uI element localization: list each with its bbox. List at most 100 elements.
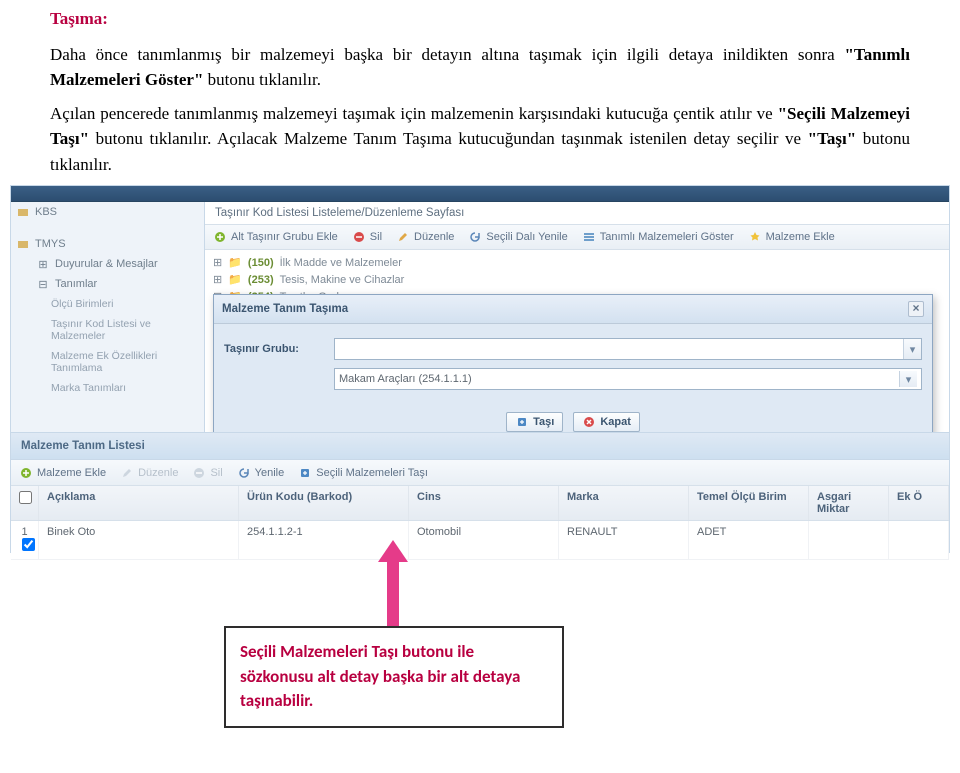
row-checkbox[interactable] bbox=[22, 538, 35, 551]
col-ek[interactable]: Ek Ö bbox=[889, 486, 949, 520]
plus-circle-icon bbox=[19, 466, 33, 480]
btn-label: Alt Taşınır Grubu Ekle bbox=[231, 231, 338, 243]
modal-malzeme-tanim-tasima: Malzeme Tanım Taşıma × Taşınır Grubu: ▾ … bbox=[213, 294, 933, 443]
sidebar-item-label: Ölçü Birimleri bbox=[51, 298, 113, 310]
btn-label: Düzenle bbox=[414, 231, 454, 243]
col-asgari[interactable]: Asgari Miktar bbox=[809, 486, 889, 520]
btn-label: Seçili Dalı Yenile bbox=[486, 231, 567, 243]
col-checkbox[interactable] bbox=[11, 486, 39, 520]
btn-label: Kapat bbox=[600, 416, 631, 428]
sidebar-item-tmys[interactable]: TMYS bbox=[11, 234, 204, 254]
col-olcu[interactable]: Temel Ölçü Birim bbox=[689, 486, 809, 520]
sidebar-item-marka[interactable]: Marka Tanımları bbox=[11, 378, 204, 398]
select-value: Makam Araçları (254.1.1.1) bbox=[339, 373, 472, 385]
annotation-callout: Seçili Malzemeleri Taşı butonu ile sözko… bbox=[224, 626, 564, 728]
btn-label: Yenile bbox=[255, 467, 285, 479]
expand-icon[interactable]: ⊞ bbox=[213, 273, 222, 286]
modal-title: Malzeme Tanım Taşıma bbox=[222, 303, 348, 315]
modal-label: Taşınır Grubu: bbox=[224, 343, 324, 355]
modal-row: Makam Araçları (254.1.1.1) ▾ bbox=[224, 368, 922, 390]
chevron-down-icon: ▾ bbox=[899, 371, 917, 387]
modal-close-button[interactable]: × bbox=[908, 301, 924, 317]
modal-body: Taşınır Grubu: ▾ Makam Araçları (254.1.1… bbox=[214, 324, 932, 406]
edit-button[interactable]: Düzenle bbox=[396, 230, 454, 244]
move-selected-materials-button[interactable]: Seçili Malzemeleri Taşı bbox=[298, 466, 428, 480]
minus-circle-icon bbox=[192, 466, 206, 480]
sidebar-item-duyurular[interactable]: ⊞ Duyurular & Mesajlar bbox=[11, 254, 204, 274]
annotation-arrow bbox=[378, 540, 408, 626]
text: butonu tıklanılır. Açılacak Malzeme Tanı… bbox=[89, 129, 808, 148]
cell-cins: Otomobil bbox=[409, 521, 559, 559]
app-screenshot: KBS TMYS ⊞ Duyurular & Mesajlar ⊟ Tanıml… bbox=[10, 185, 950, 553]
tree-label: Tesis, Makine ve Cihazlar bbox=[280, 274, 405, 286]
btn-label: Sil bbox=[210, 467, 222, 479]
star-icon bbox=[748, 230, 762, 244]
kapat-button[interactable]: Kapat bbox=[573, 412, 640, 432]
lower-section: Malzeme Tanım Listesi Malzeme Ekle Düzen… bbox=[11, 432, 949, 560]
sidebar-item-label: Taşınır Kod Listesi ve Malzemeler bbox=[51, 318, 198, 342]
row-num: 1 bbox=[21, 526, 27, 538]
sidebar-item-ekoz[interactable]: Malzeme Ek Özellikleri Tanımlama bbox=[11, 346, 204, 378]
sidebar-item-kbs[interactable]: KBS bbox=[11, 202, 204, 222]
delete-button[interactable]: Sil bbox=[352, 230, 382, 244]
select-all-checkbox[interactable] bbox=[19, 491, 32, 504]
lower-toolbar: Malzeme Ekle Düzenle Sil Yenile Seçili M… bbox=[11, 460, 949, 486]
btn-label: Seçili Malzemeleri Taşı bbox=[316, 467, 428, 479]
col-marka[interactable]: Marka bbox=[559, 486, 689, 520]
sidebar-item-label: TMYS bbox=[35, 238, 66, 250]
edit-button[interactable]: Düzenle bbox=[120, 466, 178, 480]
btn-label: Sil bbox=[370, 231, 382, 243]
refresh-button[interactable]: Yenile bbox=[237, 466, 285, 480]
tree-row[interactable]: ⊞ 📁 (253) Tesis, Makine ve Cihazlar bbox=[213, 271, 941, 288]
sidebar-item-olcu[interactable]: Ölçü Birimleri bbox=[11, 294, 204, 314]
btn-label: Düzenle bbox=[138, 467, 178, 479]
text: Daha önce tanımlanmış bir malzemeyi başk… bbox=[50, 45, 844, 64]
lower-header: Malzeme Tanım Listesi bbox=[11, 433, 949, 460]
tasinir-grubu-select[interactable]: ▾ bbox=[334, 338, 922, 360]
cell-asgari bbox=[809, 521, 889, 559]
pencil-icon bbox=[120, 466, 134, 480]
pencil-icon bbox=[396, 230, 410, 244]
folder-icon bbox=[17, 238, 29, 250]
add-material-button[interactable]: Malzeme Ekle bbox=[748, 230, 835, 244]
minus-icon: ⊟ bbox=[37, 278, 49, 290]
minus-circle-icon bbox=[352, 230, 366, 244]
add-material-button[interactable]: Malzeme Ekle bbox=[19, 466, 106, 480]
grid-header: Açıklama Ürün Kodu (Barkod) Cins Marka T… bbox=[11, 486, 949, 521]
col-aciklama[interactable]: Açıklama bbox=[39, 486, 239, 520]
expand-icon[interactable]: ⊞ bbox=[213, 256, 222, 269]
doc-para-2: Açılan pencerede tanımlanmış malzemeyi t… bbox=[50, 101, 910, 178]
folder-icon: 📁 bbox=[228, 256, 242, 269]
main-title: Taşınır Kod Listesi Listeleme/Düzenleme … bbox=[205, 202, 949, 224]
cell-marka: RENAULT bbox=[559, 521, 689, 559]
move-icon bbox=[515, 415, 529, 429]
add-subgroup-button[interactable]: Alt Taşınır Grubu Ekle bbox=[213, 230, 338, 244]
sidebar: KBS TMYS ⊞ Duyurular & Mesajlar ⊟ Tanıml… bbox=[11, 202, 205, 432]
tasinir-grubu-option[interactable]: Makam Araçları (254.1.1.1) ▾ bbox=[334, 368, 922, 390]
show-defined-materials-button[interactable]: Tanımlı Malzemeleri Göster bbox=[582, 230, 734, 244]
btn-label: Taşı bbox=[533, 416, 554, 428]
tree-row[interactable]: ⊞ 📁 (150) İlk Madde ve Malzemeler bbox=[213, 254, 941, 271]
sidebar-item-tasinir[interactable]: Taşınır Kod Listesi ve Malzemeler bbox=[11, 314, 204, 346]
tree-label: İlk Madde ve Malzemeler bbox=[280, 257, 402, 269]
text: butonu tıklanılır. bbox=[203, 70, 321, 89]
row-num-check[interactable]: 1 bbox=[11, 521, 39, 559]
btn-label: Malzeme Ekle bbox=[766, 231, 835, 243]
cell-aciklama: Binek Oto bbox=[39, 521, 239, 559]
folder-icon bbox=[17, 206, 29, 218]
delete-button[interactable]: Sil bbox=[192, 466, 222, 480]
text: Açılan pencerede tanımlanmış malzemeyi t… bbox=[50, 104, 778, 123]
sidebar-item-label: Tanımlar bbox=[55, 278, 97, 290]
btn-label: Malzeme Ekle bbox=[37, 467, 106, 479]
app-title-bar bbox=[11, 186, 949, 202]
col-urunkodu[interactable]: Ürün Kodu (Barkod) bbox=[239, 486, 409, 520]
folder-icon: 📁 bbox=[228, 273, 242, 286]
refresh-branch-button[interactable]: Seçili Dalı Yenile bbox=[468, 230, 567, 244]
cell-olcu: ADET bbox=[689, 521, 809, 559]
col-cins[interactable]: Cins bbox=[409, 486, 559, 520]
table-row[interactable]: 1 Binek Oto 254.1.1.2-1 Otomobil RENAULT… bbox=[11, 521, 949, 560]
tasi-button[interactable]: Taşı bbox=[506, 412, 563, 432]
sidebar-item-tanimlar[interactable]: ⊟ Tanımlar bbox=[11, 274, 204, 294]
callout-text: Seçili Malzemeleri Taşı butonu ile sözko… bbox=[240, 641, 520, 711]
arrow-shaft bbox=[387, 558, 399, 630]
